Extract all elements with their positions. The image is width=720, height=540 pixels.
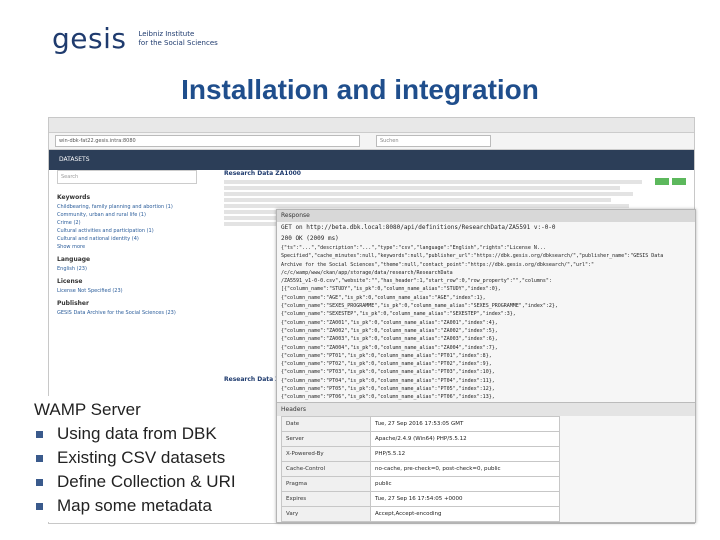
facet-item[interactable]: License Not Specified (23) [57, 288, 197, 294]
json-line: {"column_name":"ZA004","is_pk":0,"column… [281, 344, 498, 351]
header-value: no-cache, pre-check=0, post-check=0, pub… [370, 460, 560, 477]
response-title: Response [277, 210, 695, 222]
bullet-item: Define Collection & URI [34, 470, 236, 494]
header-row: Pragma public [281, 475, 560, 492]
header-key: Cache-Control [281, 460, 371, 477]
header-value: PHP/5.5.12 [370, 445, 560, 462]
bullet-square-icon [36, 430, 43, 438]
header-row: Server Apache/2.4.9 (Win64) PHP/5.5.12 [281, 430, 560, 447]
gesis-logo: gesis Leibniz Institute for the Social S… [52, 22, 218, 55]
facet-item[interactable]: Cultural activities and participation (1… [57, 228, 197, 234]
format-badge[interactable] [672, 178, 686, 185]
bullet-list-box: WAMP Server Using data from DBK Existing… [32, 396, 240, 522]
json-line: [{"column_name":"STUDY","is_pk":0,"colum… [281, 286, 501, 293]
header-row: Expires Tue, 27 Sep 16 17:54:05 +0000 [281, 490, 560, 507]
header-key: Expires [281, 490, 371, 507]
bullet-text: Existing CSV datasets [57, 448, 226, 467]
facet-item[interactable]: English (23) [57, 266, 197, 272]
json-line: {"ts":"...","description":"...","type":"… [281, 245, 546, 251]
json-line: {"column_name":"PT04","is_pk":0,"column_… [281, 377, 495, 384]
headers-label: Headers [277, 401, 695, 416]
dataset-title-link[interactable]: Research Data ZA1000 [224, 170, 664, 177]
headers-table: Date Tue, 27 Sep 2016 17:53:05 GMT Server… [281, 415, 560, 522]
json-line: {"column_name":"PT03","is_pk":0,"column_… [281, 369, 495, 376]
json-line: {"column_name":"ZA001","is_pk":0,"column… [281, 319, 498, 326]
header-row: Date Tue, 27 Sep 2016 17:53:05 GMT [281, 415, 560, 432]
facet-item[interactable]: Childbearing, family planning and aborti… [57, 204, 197, 210]
facet-item[interactable]: GESIS Data Archive for the Social Scienc… [57, 310, 197, 316]
rest-response-panel: Response GET on http://beta.dbk.local:80… [276, 209, 696, 523]
bullet-item: Existing CSV datasets [34, 446, 236, 470]
header-value: public [370, 475, 560, 492]
facet-item[interactable]: Community, urban and rural life (1) [57, 212, 197, 218]
json-line: {"column_name":"PT02","is_pk":0,"column_… [281, 361, 492, 368]
header-key: Date [281, 415, 371, 432]
bullet-item: Map some metadata [34, 494, 236, 518]
json-line: {"column_name":"SEXESTEP","is_pk":0,"col… [281, 311, 516, 318]
header-key: X-Powered-By [281, 445, 371, 462]
response-json-body: {"ts":"...","description":"...","type":"… [277, 244, 695, 402]
json-line: {"column_name":"PT05","is_pk":0,"column_… [281, 386, 495, 393]
json-line: {"column_name":"SEXES_PROGRAMME","is_pk"… [281, 303, 558, 310]
ckan-navbar: DATASETS [49, 150, 694, 170]
header-row: Cache-Control no-cache, pre-check=0, post… [281, 460, 560, 477]
url-field[interactable]: win-dbk-fat22.gesis.intra:8080 [55, 135, 360, 147]
json-line: /c/c/wamp/www/ckan/app/storage/data/rese… [281, 269, 453, 276]
json-line: Archive for the Social Sciences","theme"… [281, 261, 595, 268]
bullet-text: Map some metadata [57, 496, 212, 515]
logo-wordmark: gesis [52, 22, 127, 55]
format-badge[interactable] [655, 178, 669, 185]
logo-subtitle-line: for the Social Sciences [138, 38, 218, 47]
logo-subtitle-line: Leibniz Institute [138, 29, 195, 38]
header-row: X-Powered-By PHP/5.5.12 [281, 445, 560, 462]
facet-heading: Publisher [57, 300, 89, 307]
browser-tab-bar [49, 118, 694, 133]
request-line: GET on http://beta.dbk.local:8080/api/de… [281, 224, 556, 231]
bullet-heading: WAMP Server [34, 400, 141, 419]
header-key: Server [281, 430, 371, 447]
json-line: {"column_name":"PT06","is_pk":0,"column_… [281, 394, 495, 401]
facet-heading: Language [57, 256, 91, 263]
bullet-list: Using data from DBK Existing CSV dataset… [34, 422, 236, 518]
format-badges [655, 178, 686, 185]
facet-item[interactable]: Crime (2) [57, 220, 197, 226]
slide-title: Installation and integration [181, 74, 539, 105]
header-value: Apache/2.4.9 (Win64) PHP/5.5.12 [370, 430, 560, 447]
json-line: {"column_name":"ZA002","is_pk":0,"column… [281, 327, 498, 334]
header-row: Vary Accept,Accept-encoding [281, 505, 560, 522]
facet-show-more[interactable]: Show more [57, 244, 197, 250]
dataset-search-input[interactable]: Search [57, 170, 197, 184]
json-line: {"column_name":"ZA003","is_pk":0,"column… [281, 336, 498, 343]
bullet-text: Using data from DBK [57, 424, 217, 443]
browser-address-bar: win-dbk-fat22.gesis.intra:8080 Suchen [49, 133, 694, 150]
header-value: Tue, 27 Sep 16 17:54:05 +0000 [370, 490, 560, 507]
facet-item[interactable]: Cultural and national identity (4) [57, 236, 197, 242]
facet-heading: Keywords [57, 194, 91, 201]
facet-heading: License [57, 278, 83, 285]
json-line: {"column_name":"AGE","is_pk":0,"column_n… [281, 294, 486, 301]
bullet-square-icon [36, 454, 43, 462]
logo-subtitle: Leibniz Institute for the Social Science… [138, 30, 217, 48]
header-value: Accept,Accept-encoding [370, 505, 560, 522]
bullet-text: Define Collection & URI [57, 472, 236, 491]
nav-datasets-link[interactable]: DATASETS [59, 156, 90, 163]
header-key: Vary [281, 505, 371, 522]
bullet-item: Using data from DBK [34, 422, 236, 446]
header-value: Tue, 27 Sep 2016 17:53:05 GMT [370, 415, 560, 432]
bullet-square-icon [36, 478, 43, 486]
facet-sidebar: Search Keywords Childbearing, family pla… [57, 170, 197, 318]
bullet-square-icon [36, 502, 43, 510]
browser-search-field[interactable]: Suchen [376, 135, 491, 147]
json-line: {"column_name":"PT01","is_pk":0,"column_… [281, 352, 492, 359]
header-key: Pragma [281, 475, 371, 492]
json-line: /ZA5591_v1-0-0.csv","website":"","has_he… [281, 278, 552, 285]
response-status: 200 OK (2009 ms) [281, 235, 339, 242]
json-line: Specified","cache_minutes":null,"keyword… [281, 253, 664, 260]
